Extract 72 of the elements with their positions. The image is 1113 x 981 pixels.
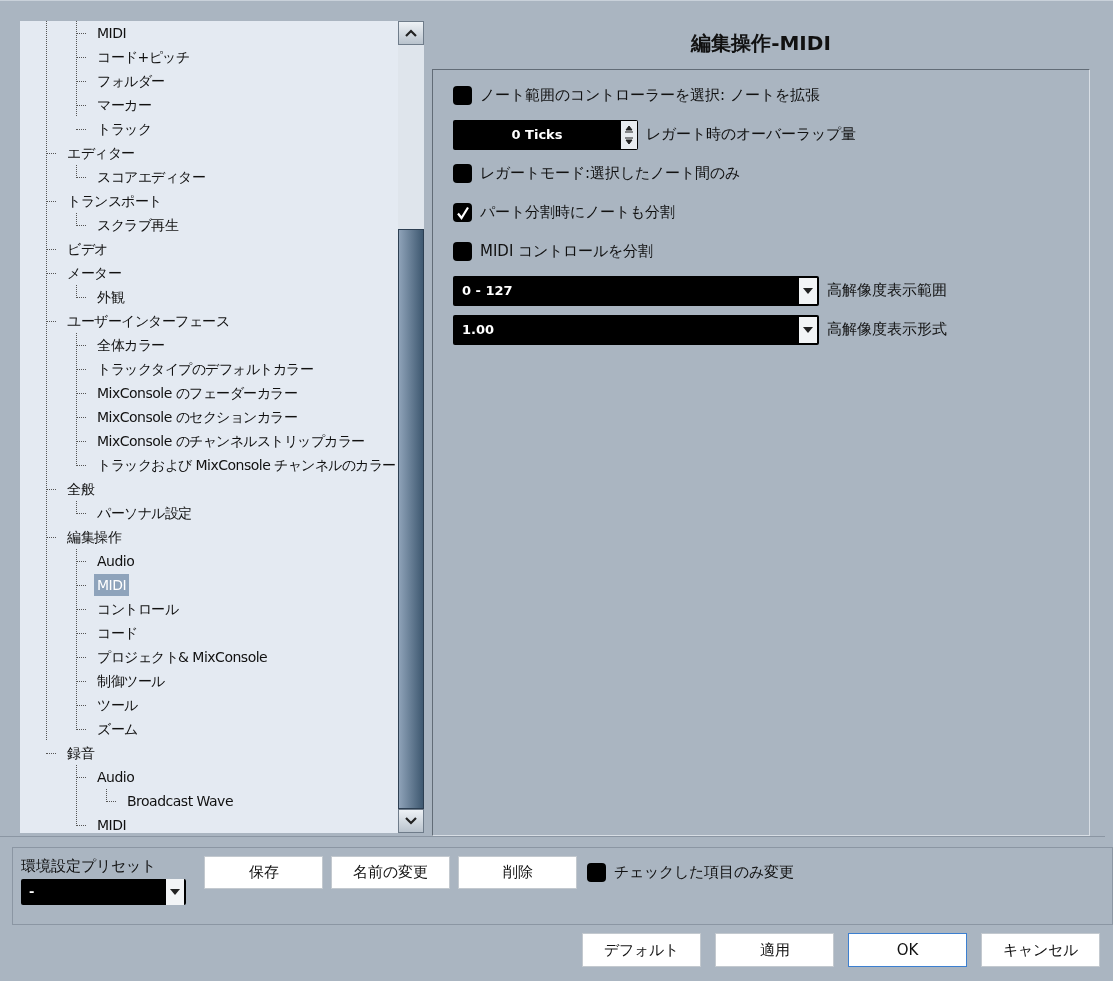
- tree-item[interactable]: 全般: [64, 478, 97, 500]
- tree-item[interactable]: 制御ツール: [94, 670, 168, 692]
- tree-item[interactable]: コード: [94, 622, 141, 644]
- checkbox[interactable]: [453, 86, 472, 105]
- tree-item[interactable]: トラックタイプのデフォルトカラー: [94, 358, 316, 380]
- tree-item[interactable]: スコアエディター: [94, 166, 208, 188]
- tree-item[interactable]: コード+ピッチ: [94, 46, 193, 68]
- dropdown[interactable]: 1.00: [453, 314, 819, 345]
- tree-item[interactable]: MIDI: [94, 814, 130, 833]
- preset-dropdown[interactable]: -: [21, 879, 186, 905]
- preset-button[interactable]: 削除: [458, 856, 577, 889]
- tree-item[interactable]: ツール: [94, 694, 141, 716]
- dialog-button[interactable]: 適用: [715, 933, 834, 967]
- checkbox[interactable]: [587, 863, 606, 882]
- preset-label: 環境設定プリセット: [21, 856, 157, 876]
- caret-down-icon: [405, 817, 417, 825]
- tree-item[interactable]: MixConsole のフェーダーカラー: [94, 382, 301, 404]
- tree-item[interactable]: コントロール: [94, 598, 181, 620]
- tree-item[interactable]: MixConsole のチャンネルストリップカラー: [94, 430, 368, 452]
- scroll-down-button[interactable]: [398, 809, 424, 833]
- dropdown-button[interactable]: [166, 879, 184, 905]
- tree-item[interactable]: 外観: [94, 286, 127, 308]
- tree-item[interactable]: 全体カラー: [94, 334, 168, 356]
- tree-item[interactable]: トランスポート: [64, 190, 165, 212]
- tree-item[interactable]: Audio: [94, 766, 138, 788]
- option-label: チェックした項目のみ変更: [614, 862, 794, 884]
- preset-button[interactable]: 保存: [204, 856, 323, 889]
- caret-down-icon: [803, 326, 813, 333]
- option-label: 高解像度表示範囲: [827, 280, 947, 302]
- tree-item[interactable]: Audio: [94, 550, 138, 572]
- option-label: 高解像度表示形式: [827, 319, 947, 341]
- tree-item[interactable]: トラックおよび MixConsole チャンネルのカラー: [94, 454, 398, 476]
- tree-item[interactable]: パーソナル設定: [94, 502, 195, 524]
- dropdown[interactable]: 0 - 127: [453, 275, 819, 306]
- caret-up-icon: [405, 29, 417, 37]
- dialog-button[interactable]: キャンセル: [981, 933, 1100, 967]
- checkbox[interactable]: [453, 242, 472, 261]
- page-title: 編集操作-MIDI: [689, 30, 832, 57]
- spin-arrows-icon[interactable]: [621, 120, 637, 149]
- scrollbar[interactable]: [398, 21, 424, 833]
- tree-item[interactable]: 編集操作: [64, 526, 124, 548]
- tree-item[interactable]: ユーザーインターフェース: [64, 310, 232, 332]
- tree-item[interactable]: プロジェクト& MixConsole: [94, 646, 271, 668]
- scroll-up-button[interactable]: [398, 21, 424, 45]
- tree-item[interactable]: フォルダー: [94, 70, 168, 92]
- tree-item[interactable]: MixConsole のセクションカラー: [94, 406, 301, 428]
- tree-item[interactable]: ビデオ: [64, 238, 111, 260]
- tree-item[interactable]: メーター: [64, 262, 124, 284]
- caret-down-icon: [803, 287, 813, 294]
- tree-item[interactable]: 録音: [64, 742, 97, 764]
- dialog-button[interactable]: デフォルト: [582, 933, 701, 967]
- dialog-button[interactable]: OK: [848, 933, 967, 967]
- preset-button[interactable]: 名前の変更: [331, 856, 450, 889]
- dropdown-button[interactable]: [799, 277, 817, 304]
- option-label: パート分割時にノートも分割: [480, 202, 675, 224]
- tree-item[interactable]: エディター: [64, 142, 138, 164]
- tree-item[interactable]: MIDI: [94, 22, 130, 44]
- tree-item[interactable]: Broadcast Wave: [124, 790, 237, 812]
- checkbox[interactable]: [453, 203, 472, 222]
- option-label: レガート時のオーバーラップ量: [646, 124, 856, 146]
- option-label: MIDI コントロールを分割: [480, 241, 654, 263]
- option-label: レガートモード:選択したノート間のみ: [480, 163, 741, 185]
- tree-item[interactable]: トラック: [94, 118, 154, 140]
- dropdown-button[interactable]: [799, 316, 817, 343]
- checkbox[interactable]: [453, 164, 472, 183]
- option-label: ノート範囲のコントローラーを選択: ノートを拡張: [480, 85, 820, 107]
- tree-item[interactable]: スクラブ再生: [94, 214, 181, 236]
- tree-item[interactable]: ズーム: [94, 718, 141, 740]
- tree-item[interactable]: マーカー: [94, 94, 154, 116]
- scroll-thumb[interactable]: [398, 229, 424, 809]
- caret-down-icon: [170, 889, 180, 895]
- number-spinbox[interactable]: 0 Ticks: [453, 119, 638, 150]
